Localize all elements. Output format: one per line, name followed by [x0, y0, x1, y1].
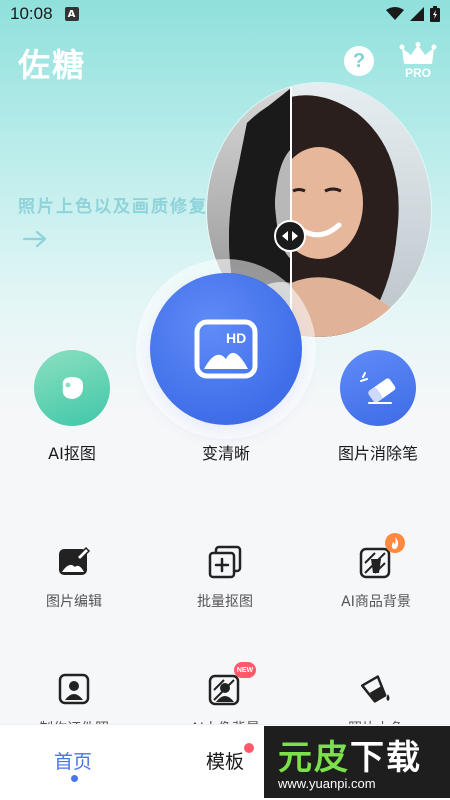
image-eraser-label: 图片消除笔 — [337, 444, 418, 463]
new-badge: NEW — [234, 662, 256, 678]
notification-dot — [244, 743, 254, 753]
tool-label: AI商品背景 — [341, 594, 411, 610]
tool-label: 批量抠图 — [197, 594, 253, 610]
hd-badge-text: HD — [226, 330, 246, 346]
arrow-right-icon[interactable] — [22, 230, 48, 248]
batch-cutout-icon — [208, 545, 242, 579]
status-bar: 10:08 A — [0, 0, 450, 28]
ai-cutout-button[interactable] — [34, 350, 110, 426]
tool-ai-product-background[interactable]: AI商品背景 — [306, 533, 446, 611]
hero-tagline: 照片上色以及画质修复 — [18, 197, 208, 217]
crown-icon — [399, 42, 437, 64]
portrait-background-icon: NEW — [208, 662, 256, 706]
left-right-arrows-icon — [282, 231, 298, 241]
watermark-title: 元皮下载 — [278, 730, 422, 779]
app-brand-title: 佐糖 — [18, 46, 87, 84]
watermark-url: www.yuanpi.com — [278, 776, 376, 791]
product-background-icon — [359, 533, 405, 579]
watermark-title-white: 下载 — [350, 738, 422, 778]
cutout-blob-icon — [62, 377, 84, 399]
watermark-logo: 元皮下载 www.yuanpi.com — [264, 726, 450, 798]
image-eraser-button[interactable] — [340, 350, 416, 426]
hot-badge — [385, 533, 405, 553]
image-edit-icon — [57, 545, 91, 579]
hd-image-icon: HD — [194, 319, 258, 379]
notification-icon: A — [64, 7, 79, 21]
id-photo-icon — [57, 672, 91, 706]
battery-icon — [430, 6, 440, 22]
pro-button[interactable]: PRO — [398, 42, 438, 80]
pro-label: PRO — [404, 66, 431, 80]
nav-home[interactable]: 首页 — [54, 747, 92, 774]
signal-icon — [410, 7, 424, 21]
ai-cutout-label: AI抠图 — [48, 444, 96, 463]
status-time: 10:08 — [10, 4, 53, 23]
wifi-icon — [386, 7, 404, 20]
tool-image-edit[interactable]: 图片编辑 — [4, 545, 144, 611]
enhance-clarity-label: 变清晰 — [201, 444, 250, 463]
compare-slider-handle[interactable] — [274, 220, 306, 252]
eraser-icon — [360, 372, 396, 404]
active-indicator-dot — [71, 775, 78, 782]
watermark-title-green: 元皮 — [278, 738, 350, 778]
nav-templates[interactable]: 模板 — [206, 747, 244, 774]
status-icons — [386, 6, 440, 22]
tool-batch-cutout[interactable]: 批量抠图 — [155, 545, 295, 611]
enhance-clarity-button[interactable]: HD — [150, 273, 302, 425]
paint-bucket-icon — [359, 672, 393, 706]
app-screen: 10:08 A 佐糖 ? PRO 照片上色以及画质修复 HD AI抠图 变清晰 … — [0, 0, 450, 800]
tool-label: 图片编辑 — [46, 594, 102, 610]
fire-icon — [391, 537, 399, 549]
help-button[interactable]: ? — [344, 46, 374, 76]
